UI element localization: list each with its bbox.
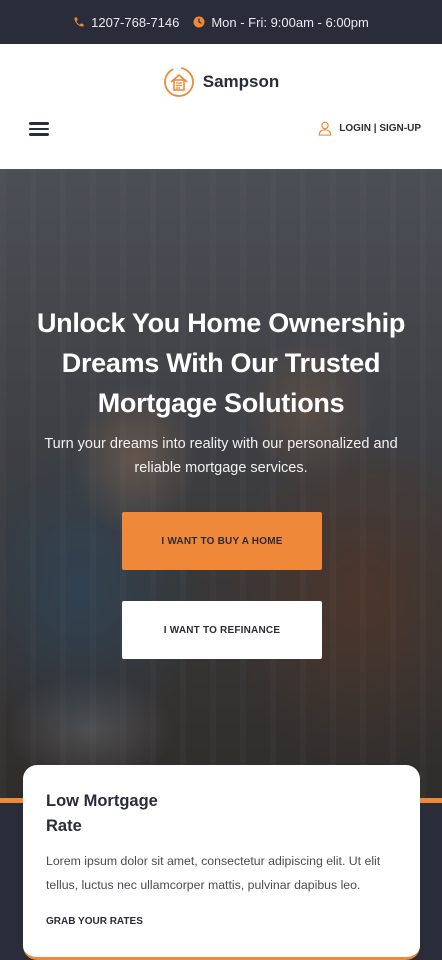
house-document-logo-icon: [163, 66, 195, 98]
login-signup-link[interactable]: LOGIN | SIGN-UP: [318, 121, 421, 136]
hero-content: Unlock You Home Ownership Dreams With Ou…: [0, 169, 442, 798]
menu-line: [29, 127, 49, 131]
hours-text: Mon - Fri: 9:00am - 6:00pm: [211, 14, 369, 30]
card-title: Low Mortgage Rate: [46, 792, 158, 835]
phone-contact[interactable]: 1207-768-7146: [73, 15, 179, 30]
login-label: LOGIN | SIGN-UP: [339, 123, 421, 134]
clock-icon: [193, 16, 205, 28]
refinance-button[interactable]: I WANT TO REFINANCE: [122, 601, 322, 659]
phone-number: 1207-768-7146: [91, 14, 180, 30]
feature-card-low-rate: Low Mortgage Rate Lorem ipsum dolor sit …: [23, 765, 420, 960]
grab-rates-link[interactable]: GRAB YOUR RATES: [46, 916, 143, 927]
top-info-bar: 1207-768-7146 Mon - Fri: 9:00am - 6:00pm: [0, 0, 442, 44]
hero-title: Unlock You Home Ownership Dreams With Ou…: [36, 308, 406, 418]
hamburger-menu-icon[interactable]: [29, 122, 49, 136]
menu-line: [29, 133, 49, 136]
business-hours: Mon - Fri: 9:00am - 6:00pm: [193, 15, 369, 30]
logo-text: Sampson: [202, 72, 280, 91]
site-header: Sampson LOGIN | SIGN-UP: [0, 44, 442, 169]
hero-subtitle: Turn your dreams into reality with our p…: [44, 436, 398, 476]
phone-icon: [73, 16, 85, 28]
card-text: Lorem ipsum dolor sit amet, consectetur …: [46, 854, 381, 892]
hero-section: Unlock You Home Ownership Dreams With Ou…: [0, 169, 442, 798]
user-icon: [318, 121, 332, 136]
menu-line: [29, 122, 49, 125]
buy-home-button[interactable]: I WANT TO BUY A HOME: [122, 512, 322, 570]
site-logo[interactable]: Sampson: [0, 66, 442, 98]
